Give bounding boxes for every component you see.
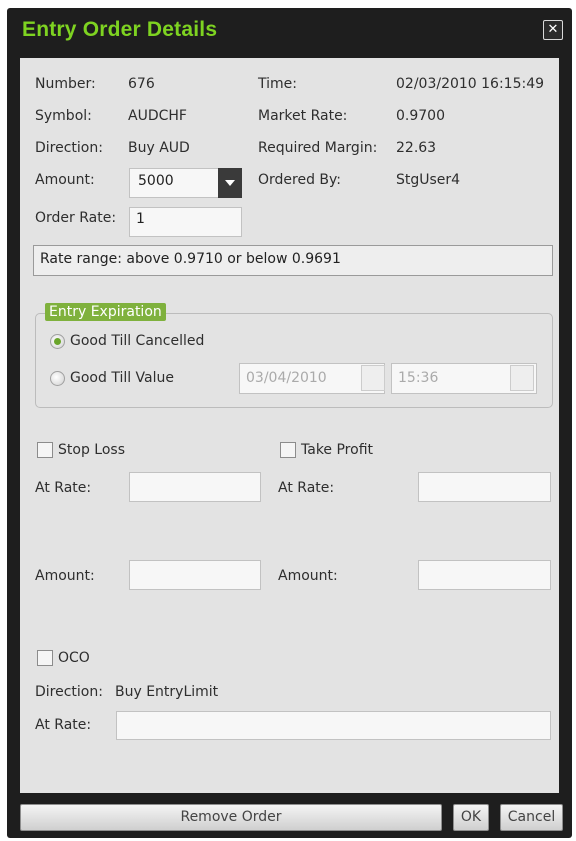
number-label: Number: [35, 76, 96, 92]
ordered-by-value: StgUser4 [396, 172, 461, 188]
symbol-value: AUDCHF [128, 108, 187, 124]
stop-loss-rate-input[interactable] [129, 472, 261, 502]
chevron-down-icon[interactable] [218, 168, 242, 198]
good-till-value-label[interactable]: Good Till Value [70, 370, 174, 386]
ordered-by-label: Ordered By: [258, 172, 342, 188]
oco-direction-label: Direction: [35, 684, 103, 700]
take-profit-amount-label: Amount: [278, 568, 338, 584]
good-till-value-radio[interactable] [50, 371, 65, 386]
number-value: 676 [128, 76, 155, 92]
oco-label: OCO [58, 650, 90, 666]
calendar-icon[interactable] [510, 365, 534, 391]
ok-button[interactable]: OK [453, 804, 489, 831]
take-profit-label: Take Profit [301, 442, 374, 458]
oco-direction-value: Buy EntryLimit [115, 684, 219, 700]
required-margin-value: 22.63 [396, 140, 437, 156]
stop-loss-at-rate-label: At Rate: [35, 480, 92, 496]
direction-label: Direction: [35, 140, 103, 156]
take-profit-at-rate-label: At Rate: [278, 480, 335, 496]
good-till-cancelled-label[interactable]: Good Till Cancelled [70, 333, 204, 349]
oco-at-rate-label: At Rate: [35, 717, 92, 733]
direction-value: Buy AUD [128, 140, 190, 156]
date-picker-icon[interactable] [361, 365, 385, 391]
amount-select[interactable]: 5000 [129, 168, 242, 198]
take-profit-rate-input[interactable] [418, 472, 551, 502]
amount-select-value: 5000 [138, 173, 174, 189]
details-panel: Number: 676 Symbol: AUDCHF Direction: Bu… [20, 58, 559, 793]
oco-rate-input[interactable] [116, 711, 551, 740]
remove-order-button[interactable]: Remove Order [20, 804, 442, 831]
amount-label: Amount: [35, 172, 95, 188]
entry-expiration-legend: Entry Expiration [45, 303, 166, 321]
symbol-label: Symbol: [35, 108, 92, 124]
time-value: 02/03/2010 16:15:49 [396, 76, 545, 92]
rate-range-info: Rate range: above 0.9710 or below 0.9691 [33, 245, 553, 276]
take-profit-amount-input[interactable] [418, 560, 551, 590]
market-rate-value: 0.9700 [396, 108, 445, 124]
take-profit-checkbox[interactable] [280, 442, 296, 458]
order-rate-label: Order Rate: [35, 210, 117, 226]
oco-checkbox[interactable] [37, 650, 53, 666]
good-till-cancelled-radio[interactable] [50, 334, 65, 349]
cancel-button[interactable]: Cancel [500, 804, 563, 831]
required-margin-label: Required Margin: [258, 140, 378, 156]
dialog-title: Entry Order Details [22, 18, 218, 41]
close-icon[interactable]: ✕ [543, 20, 563, 40]
market-rate-label: Market Rate: [258, 108, 348, 124]
stop-loss-amount-label: Amount: [35, 568, 95, 584]
time-label: Time: [258, 76, 297, 92]
entry-order-dialog: Entry Order Details ✕ Number: 676 Symbol… [7, 8, 572, 838]
order-rate-input[interactable]: 1 [129, 207, 242, 237]
stop-loss-amount-input[interactable] [129, 560, 261, 590]
stop-loss-checkbox[interactable] [37, 442, 53, 458]
stop-loss-label: Stop Loss [58, 442, 125, 458]
